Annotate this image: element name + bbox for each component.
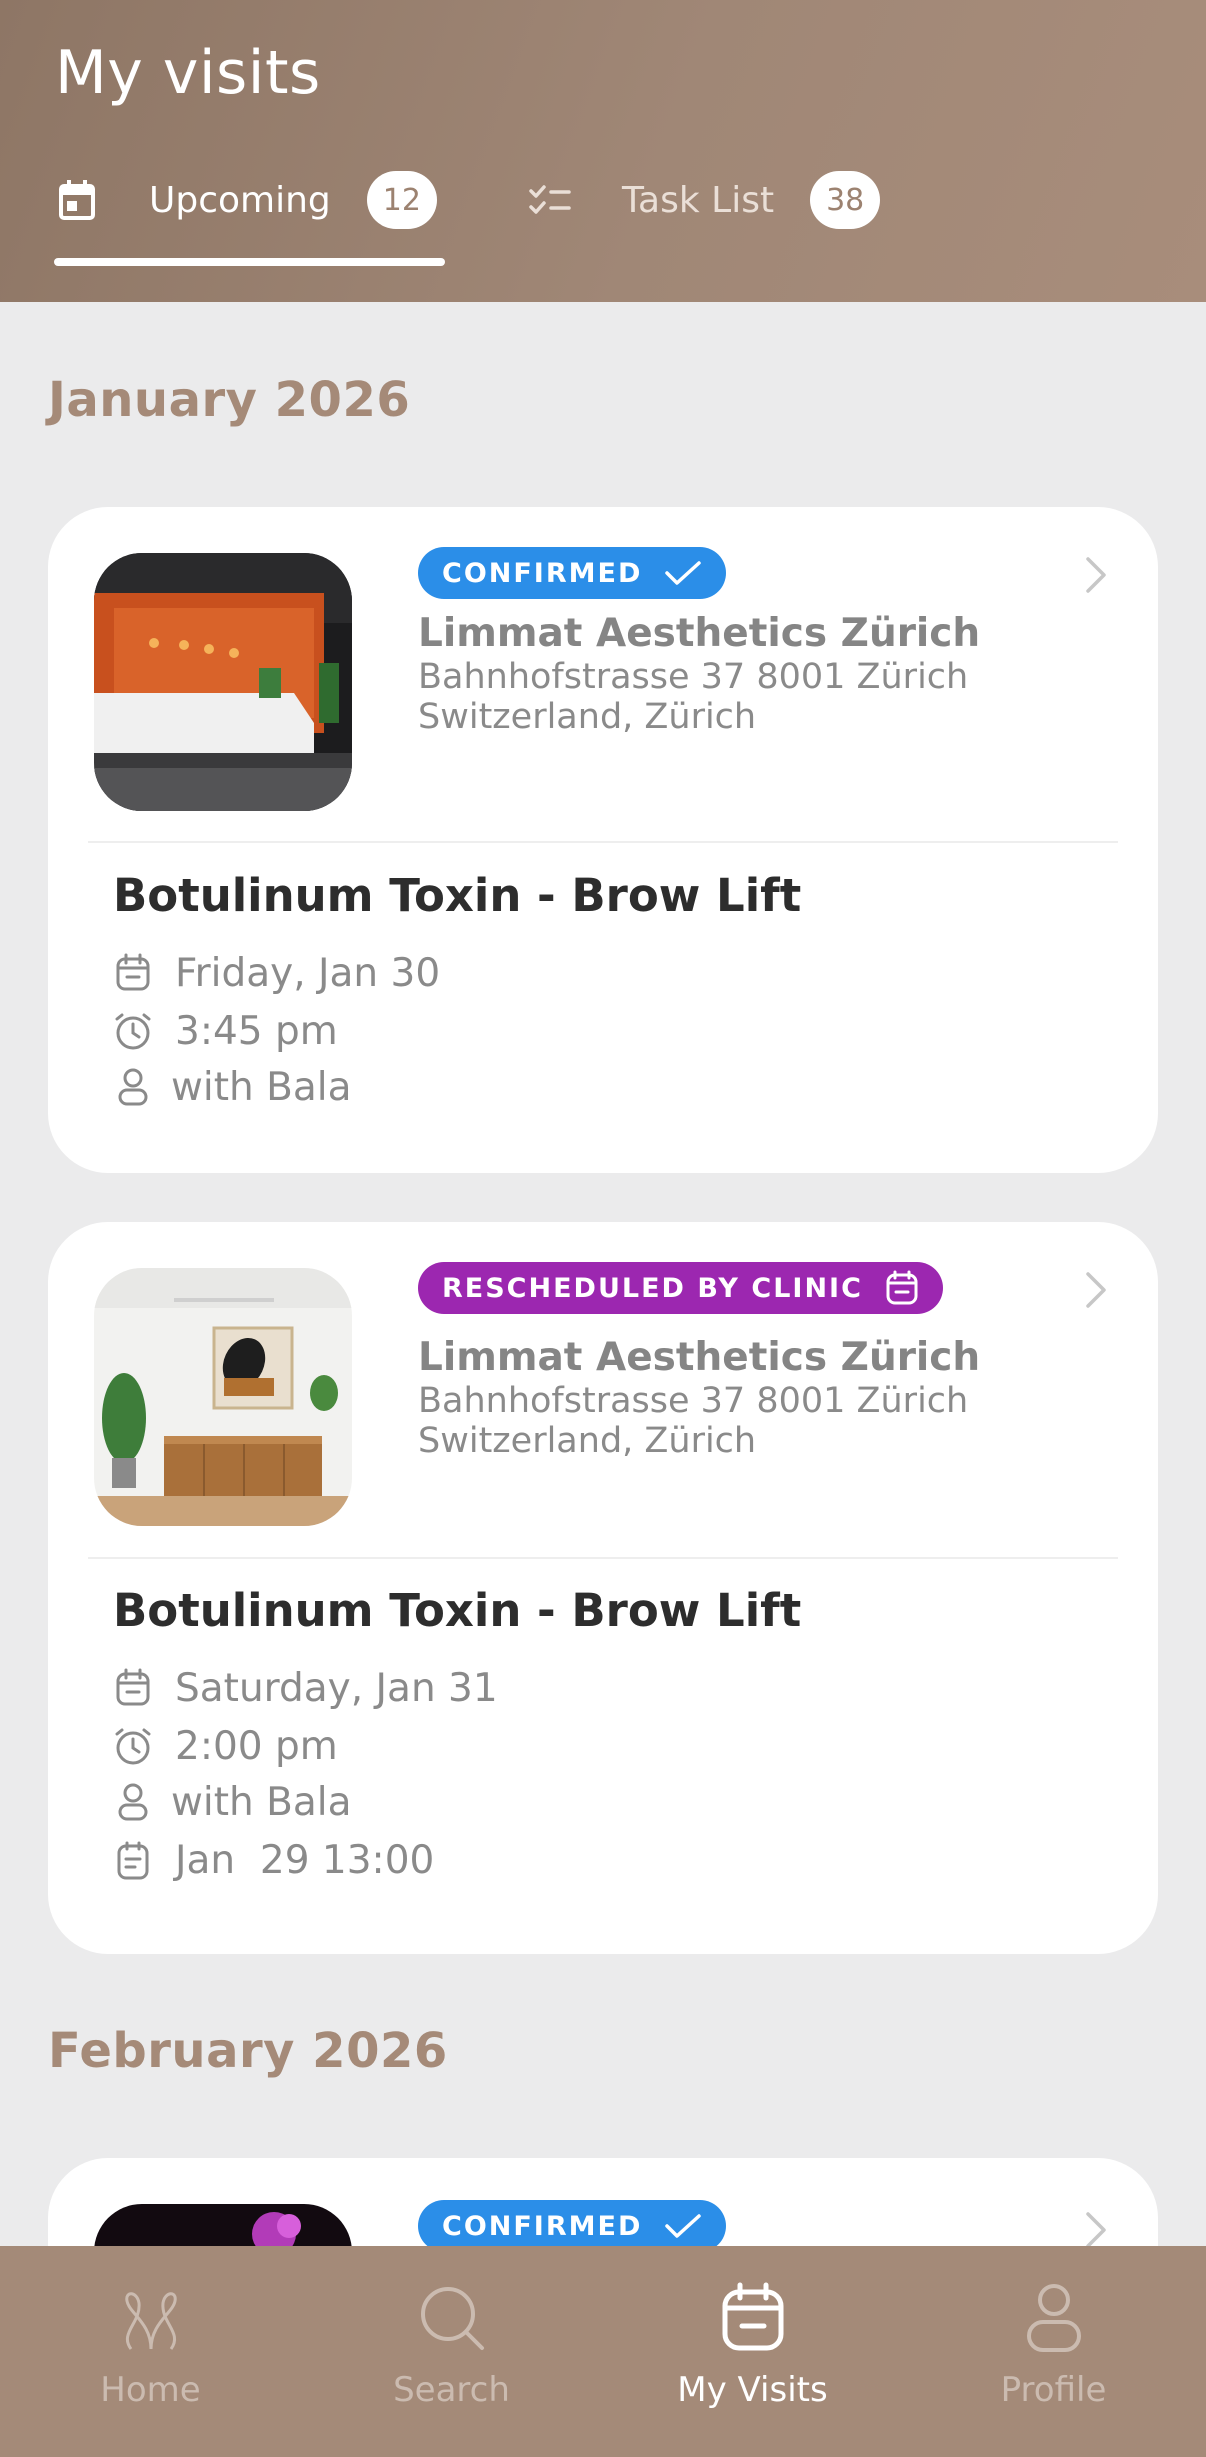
clock-icon bbox=[111, 1009, 155, 1053]
visit-card[interactable]: CONFIRMED Limmat Aesthetics Zürich Bahnh… bbox=[48, 507, 1158, 1173]
status-label: CONFIRMED bbox=[442, 557, 643, 589]
home-icon bbox=[111, 2278, 191, 2358]
status-badge: RESCHEDULED BY CLINIC bbox=[418, 1262, 943, 1314]
service-name: Botulinum Toxin - Brow Lift bbox=[113, 869, 802, 922]
visit-note: Jan 29 13:00 bbox=[175, 1837, 435, 1883]
page-title: My visits bbox=[55, 38, 321, 108]
address-line: Switzerland, Zürich bbox=[418, 1421, 757, 1461]
card-divider bbox=[88, 1557, 1118, 1559]
clock-icon bbox=[111, 1724, 155, 1768]
visit-provider-row: with Bala bbox=[111, 1062, 352, 1112]
status-badge: CONFIRMED bbox=[418, 2200, 727, 2252]
tab-task-list-count: 38 bbox=[810, 171, 881, 229]
nav-search-label: Search bbox=[393, 2370, 510, 2410]
visit-note-row: Jan 29 13:00 bbox=[111, 1835, 434, 1885]
calendar-icon bbox=[713, 2278, 793, 2358]
service-name: Botulinum Toxin - Brow Lift bbox=[113, 1584, 802, 1637]
nav-home-label: Home bbox=[100, 2370, 201, 2410]
search-icon bbox=[412, 2278, 492, 2358]
clinic-photo bbox=[94, 553, 352, 811]
visit-time: 3:45 pm bbox=[175, 1008, 338, 1054]
month-heading: January 2026 bbox=[48, 372, 411, 428]
tab-upcoming[interactable]: Upcoming 12 bbox=[55, 165, 437, 235]
chevron-right-icon[interactable] bbox=[1084, 1270, 1108, 1310]
visit-card[interactable]: RESCHEDULED BY CLINIC Limmat Aesthetics … bbox=[48, 1222, 1158, 1954]
check-icon bbox=[664, 2213, 702, 2239]
visit-provider: with Bala bbox=[171, 1779, 352, 1825]
visit-date: Saturday, Jan 31 bbox=[175, 1665, 498, 1711]
visit-provider-row: with Bala bbox=[111, 1777, 352, 1827]
active-tab-indicator bbox=[54, 258, 445, 266]
visit-time: 2:00 pm bbox=[175, 1723, 338, 1769]
chevron-right-icon[interactable] bbox=[1084, 555, 1108, 595]
status-badge: CONFIRMED bbox=[418, 547, 727, 599]
nav-home[interactable]: Home bbox=[0, 2246, 301, 2457]
calendar-icon bbox=[885, 1270, 919, 1306]
tab-task-list[interactable]: Task List 38 bbox=[528, 165, 881, 235]
visit-date-row: Saturday, Jan 31 bbox=[111, 1663, 498, 1713]
nav-search[interactable]: Search bbox=[301, 2246, 602, 2457]
person-icon bbox=[111, 1065, 155, 1109]
profile-icon bbox=[1014, 2278, 1094, 2358]
chevron-right-icon[interactable] bbox=[1084, 2210, 1108, 2250]
visit-time-row: 3:45 pm bbox=[111, 1006, 338, 1056]
nav-profile-label: Profile bbox=[1000, 2370, 1107, 2410]
card-divider bbox=[88, 841, 1118, 843]
app-header: My visits Upcoming 12 Task List 38 bbox=[0, 0, 1206, 302]
clinic-address: Bahnhofstrasse 37 8001 Zürich Switzerlan… bbox=[418, 657, 1098, 737]
checklist-icon bbox=[528, 178, 572, 222]
nav-profile[interactable]: Profile bbox=[903, 2246, 1204, 2457]
address-line: Switzerland, Zürich bbox=[418, 697, 757, 737]
visit-date: Friday, Jan 30 bbox=[175, 950, 441, 996]
address-line: Bahnhofstrasse 37 8001 Zürich bbox=[418, 657, 969, 697]
tab-upcoming-count: 12 bbox=[366, 171, 437, 229]
visit-date-row: Friday, Jan 30 bbox=[111, 948, 440, 998]
visit-time-row: 2:00 pm bbox=[111, 1721, 338, 1771]
clinic-address: Bahnhofstrasse 37 8001 Zürich Switzerlan… bbox=[418, 1381, 1098, 1461]
nav-my-visits-label: My Visits bbox=[677, 2370, 828, 2410]
calendar-icon bbox=[111, 951, 155, 995]
clinic-name: Limmat Aesthetics Zürich bbox=[418, 1335, 981, 1380]
month-heading: February 2026 bbox=[48, 2023, 448, 2079]
calendar-icon bbox=[111, 1666, 155, 1710]
status-label: RESCHEDULED BY CLINIC bbox=[442, 1272, 863, 1304]
bottom-navigation: Home Search My Visits Profile bbox=[0, 2246, 1206, 2457]
tab-task-list-label: Task List bbox=[622, 179, 775, 221]
clinic-name: Limmat Aesthetics Zürich bbox=[418, 611, 981, 656]
visit-provider: with Bala bbox=[171, 1064, 352, 1110]
address-line: Bahnhofstrasse 37 8001 Zürich bbox=[418, 1381, 969, 1421]
note-icon bbox=[111, 1838, 155, 1882]
clinic-photo bbox=[94, 1268, 352, 1526]
nav-my-visits[interactable]: My Visits bbox=[602, 2246, 903, 2457]
calendar-icon bbox=[55, 178, 99, 222]
check-icon bbox=[664, 560, 702, 586]
person-icon bbox=[111, 1780, 155, 1824]
status-label: CONFIRMED bbox=[442, 2210, 643, 2242]
tab-upcoming-label: Upcoming bbox=[149, 179, 331, 221]
